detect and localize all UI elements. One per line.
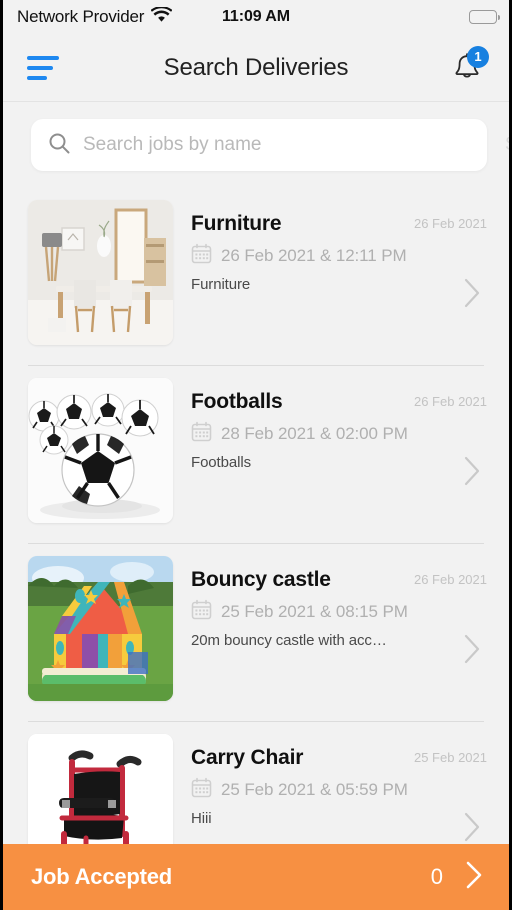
item-date-line: 26 Feb 2021 & 12:11 PM xyxy=(191,243,407,269)
item-body: Bouncy castle 25 Feb 2021 & 08:15 PM 20m… xyxy=(173,556,408,649)
job-accepted-count: 0 xyxy=(430,864,443,889)
chevron-right-icon[interactable] xyxy=(461,632,483,671)
item-right: 26 Feb 2021 xyxy=(387,200,491,366)
calendar-icon xyxy=(191,777,212,803)
item-date-line: 25 Feb 2021 & 05:59 PM xyxy=(191,777,408,803)
chevron-right-icon[interactable] xyxy=(461,858,487,897)
app-header: Search Deliveries 1 xyxy=(3,34,509,102)
chevron-right-icon[interactable] xyxy=(461,810,483,844)
wifi-icon xyxy=(150,5,173,28)
item-right-date: 26 Feb 2021 xyxy=(413,572,487,587)
hamburger-menu-icon[interactable] xyxy=(27,55,59,80)
search-bar[interactable] xyxy=(31,119,487,171)
list-item[interactable]: Footballs 28 Feb 2021 & 02:00 PM Footbal… xyxy=(3,366,509,544)
page-title: Search Deliveries xyxy=(163,53,349,81)
item-body: Footballs 28 Feb 2021 & 02:00 PM Footbal… xyxy=(173,378,408,471)
item-right-date: 25 Feb 2021 xyxy=(413,750,487,765)
calendar-icon xyxy=(191,421,212,447)
item-description: 20m bouncy castle with accessories xyxy=(191,632,387,649)
search-icon xyxy=(47,131,71,160)
status-bar-right xyxy=(469,10,500,24)
item-title: Carry Chair xyxy=(191,746,304,769)
next-page-peek: S xyxy=(505,134,509,156)
bouncy-castle-photo xyxy=(28,556,173,701)
search-input[interactable] xyxy=(83,134,471,156)
soccer-balls-photo xyxy=(28,378,173,523)
item-thumbnail xyxy=(28,734,173,844)
item-right: 26 Feb 2021 xyxy=(387,556,491,722)
chevron-right-icon[interactable] xyxy=(461,454,483,493)
item-description: Furniture xyxy=(191,276,251,293)
item-right: 26 Feb 2021 xyxy=(387,378,491,544)
calendar-icon xyxy=(191,243,212,269)
item-title: Furniture xyxy=(191,212,282,235)
calendar-icon xyxy=(191,599,212,625)
wheelchair-photo xyxy=(28,734,173,844)
carrier-label: Network Provider xyxy=(17,7,145,26)
list-item[interactable]: Bouncy castle 25 Feb 2021 & 08:15 PM 20m… xyxy=(3,544,509,722)
item-datetime: 26 Feb 2021 & 12:11 PM xyxy=(221,246,407,265)
search-region: S xyxy=(3,102,509,188)
item-title: Bouncy castle xyxy=(191,568,331,591)
chevron-right-icon[interactable] xyxy=(461,276,483,315)
delivery-list: Furniture 26 Feb 2021 & 12:11 PM Furnitu… xyxy=(3,188,509,844)
list-item[interactable]: Carry Chair 25 Feb 2021 & 05:59 PM Hiii … xyxy=(3,722,509,844)
item-right-date: 26 Feb 2021 xyxy=(413,216,487,231)
item-date-line: 28 Feb 2021 & 02:00 PM xyxy=(191,421,408,447)
job-accepted-label: Job Accepted xyxy=(31,864,173,889)
item-description: Footballs xyxy=(191,454,251,471)
item-right-date: 26 Feb 2021 xyxy=(413,394,487,409)
item-right: 25 Feb 2021 xyxy=(387,734,491,844)
notifications-button[interactable]: 1 xyxy=(447,45,489,88)
item-description: Hiii xyxy=(191,810,212,827)
job-accepted-right: 0 xyxy=(431,858,487,897)
list-item[interactable]: Furniture 26 Feb 2021 & 12:11 PM Furnitu… xyxy=(3,188,509,366)
status-bar-left: Network Provider xyxy=(17,5,173,28)
item-thumbnail xyxy=(28,200,173,345)
status-bar: Network Provider 11:09 AM xyxy=(3,0,509,34)
item-datetime: 28 Feb 2021 & 02:00 PM xyxy=(221,424,408,443)
item-datetime: 25 Feb 2021 & 05:59 PM xyxy=(221,780,408,799)
dining-room-furniture-photo xyxy=(28,200,173,345)
job-accepted-bar[interactable]: Job Accepted 0 xyxy=(3,844,509,910)
item-thumbnail xyxy=(28,378,173,523)
app-screen: Network Provider 11:09 AM Search Deliver… xyxy=(0,0,512,910)
item-body: Furniture 26 Feb 2021 & 12:11 PM Furnitu… xyxy=(173,200,407,293)
battery-icon xyxy=(469,10,500,24)
item-date-line: 25 Feb 2021 & 08:15 PM xyxy=(191,599,408,625)
item-datetime: 25 Feb 2021 & 08:15 PM xyxy=(221,602,408,621)
item-title: Footballs xyxy=(191,390,283,413)
item-body: Carry Chair 25 Feb 2021 & 05:59 PM Hiii xyxy=(173,734,408,827)
item-thumbnail xyxy=(28,556,173,701)
notification-badge: 1 xyxy=(467,45,489,68)
